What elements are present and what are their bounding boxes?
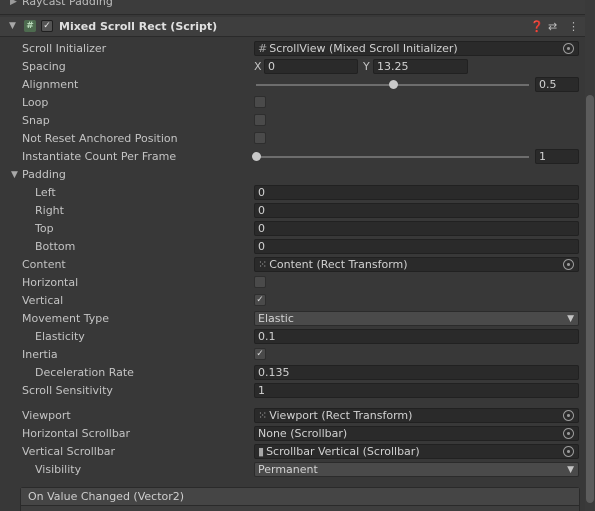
vertical-scrollbar-value: Scrollbar Vertical (Scrollbar) — [266, 445, 420, 458]
padding-top-field[interactable]: 0 — [254, 221, 579, 236]
visibility-dropdown[interactable]: Permanent ▼ — [254, 462, 579, 477]
viewport-field[interactable]: ⁙ Viewport (Rect Transform) — [254, 408, 579, 423]
object-picker-icon[interactable] — [563, 428, 574, 439]
more-icon[interactable]: ⋮ — [568, 20, 579, 33]
visibility-value: Permanent — [258, 463, 318, 476]
scroll-initializer-field[interactable]: # ScrollView (Mixed Scroll Initializer) — [254, 41, 579, 56]
not-reset-anchored-position-checkbox[interactable] — [254, 132, 266, 144]
viewport-value: Viewport (Rect Transform) — [269, 409, 413, 422]
vertical-checkbox[interactable]: ✓ — [254, 294, 266, 306]
movement-type-dropdown[interactable]: Elastic ▼ — [254, 311, 579, 326]
object-picker-icon[interactable] — [563, 446, 574, 457]
instantiate-slider-track[interactable] — [256, 156, 529, 158]
padding-label[interactable]: Padding — [22, 168, 66, 181]
help-icon[interactable]: ❓ — [530, 20, 544, 33]
padding-bottom-field[interactable]: 0 — [254, 239, 579, 254]
scroll-initializer-label: Scroll Initializer — [22, 42, 107, 55]
spacing-y-label: Y — [363, 60, 370, 73]
horizontal-checkbox[interactable] — [254, 276, 266, 288]
vertical-scrollbar-field[interactable]: ▮ Scrollbar Vertical (Scrollbar) — [254, 444, 579, 459]
horizontal-scrollbar-value: None (Scrollbar) — [258, 427, 348, 440]
padding-right-field[interactable]: 0 — [254, 203, 579, 218]
viewport-label: Viewport — [22, 409, 71, 422]
enable-component-checkbox[interactable]: ✓ — [41, 20, 53, 32]
deceleration-rate-label: Deceleration Rate — [35, 366, 134, 379]
content-value: Content (Rect Transform) — [269, 258, 408, 271]
rect-transform-icon: ⁙ — [258, 258, 268, 271]
rect-transform-icon: ⁙ — [258, 409, 268, 422]
collapse-arrow-icon[interactable]: ▶ — [10, 0, 17, 7]
spacing-x-field[interactable]: 0 — [264, 59, 358, 74]
raycast-padding-row[interactable]: ▶ Raycast Padding — [0, 0, 595, 15]
padding-right-label: Right — [35, 204, 64, 217]
instantiate-slider-knob[interactable] — [252, 152, 261, 161]
scroll-initializer-value: ScrollView (Mixed Scroll Initializer) — [269, 42, 458, 55]
visibility-label: Visibility — [35, 463, 82, 476]
spacing-y-field[interactable]: 13.25 — [373, 59, 468, 74]
object-picker-icon[interactable] — [563, 259, 574, 270]
alignment-value-field[interactable]: 0.5 — [535, 77, 579, 92]
event-label: On Value Changed (Vector2) — [28, 490, 185, 503]
horizontal-label: Horizontal — [22, 276, 79, 289]
event-header: On Value Changed (Vector2) — [21, 488, 579, 506]
inspector-scrollbar[interactable] — [585, 0, 595, 511]
padding-left-field[interactable]: 0 — [254, 185, 579, 200]
snap-checkbox[interactable] — [254, 114, 266, 126]
vertical-label: Vertical — [22, 294, 64, 307]
movement-type-value: Elastic — [258, 312, 294, 325]
instantiate-value-field[interactable]: 1 — [535, 149, 579, 164]
padding-bottom-label: Bottom — [35, 240, 76, 253]
scroll-sensitivity-field[interactable]: 1 — [254, 383, 579, 398]
padding-left-label: Left — [35, 186, 56, 199]
snap-label: Snap — [22, 114, 50, 127]
horizontal-scrollbar-label: Horizontal Scrollbar — [22, 427, 131, 440]
elasticity-field[interactable]: 0.1 — [254, 329, 579, 344]
instantiate-count-label: Instantiate Count Per Frame — [22, 150, 177, 163]
component-title: Mixed Scroll Rect (Script) — [59, 20, 218, 33]
movement-type-label: Movement Type — [22, 312, 110, 325]
content-label: Content — [22, 258, 66, 271]
component-header[interactable]: ▼ # ✓ Mixed Scroll Rect (Script) ❓ ⇄ ⋮ — [0, 17, 585, 37]
deceleration-rate-field[interactable]: 0.135 — [254, 365, 579, 380]
vertical-scrollbar-label: Vertical Scrollbar — [22, 445, 116, 458]
content-field[interactable]: ⁙ Content (Rect Transform) — [254, 257, 579, 272]
padding-foldout-arrow-icon[interactable]: ▼ — [11, 170, 18, 180]
inertia-checkbox[interactable]: ✓ — [254, 348, 266, 360]
alignment-label: Alignment — [22, 78, 79, 91]
on-value-changed-event[interactable]: On Value Changed (Vector2) — [20, 487, 580, 511]
horizontal-scrollbar-field[interactable]: None (Scrollbar) — [254, 426, 579, 441]
padding-top-label: Top — [35, 222, 54, 235]
loop-label: Loop — [22, 96, 49, 109]
spacing-x-label: X — [254, 60, 262, 73]
fold-arrow-icon[interactable]: ▼ — [9, 21, 16, 31]
object-picker-icon[interactable] — [563, 410, 574, 421]
scrollbar-icon: ▮ — [258, 445, 265, 458]
script-icon: # — [24, 20, 36, 32]
dropdown-caret-icon: ▼ — [567, 465, 574, 475]
scroll-sensitivity-label: Scroll Sensitivity — [22, 384, 113, 397]
object-picker-icon[interactable] — [563, 43, 574, 54]
scrollbar-thumb[interactable] — [586, 95, 594, 503]
raycast-padding-label: Raycast Padding — [22, 0, 113, 8]
alignment-slider-knob[interactable] — [388, 80, 398, 89]
script-icon: # — [258, 42, 268, 55]
inertia-label: Inertia — [22, 348, 58, 361]
dropdown-caret-icon: ▼ — [567, 314, 574, 324]
spacing-label: Spacing — [22, 60, 66, 73]
presets-icon[interactable]: ⇄ — [548, 20, 557, 33]
loop-checkbox[interactable] — [254, 96, 266, 108]
elasticity-label: Elasticity — [35, 330, 85, 343]
not-reset-anchored-position-label: Not Reset Anchored Position — [22, 132, 178, 145]
